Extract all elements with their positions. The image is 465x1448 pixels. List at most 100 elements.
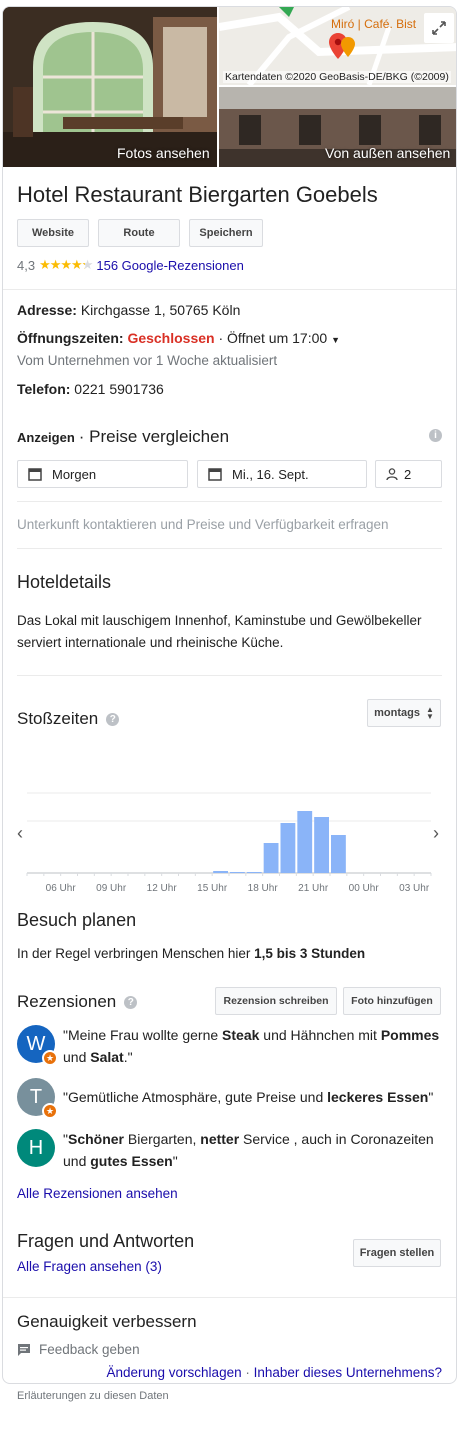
- hoteldetails-title: Hoteldetails: [17, 572, 112, 592]
- write-review-button[interactable]: Rezension schreiben: [215, 987, 337, 1015]
- popular-times-title: Stoßzeiten: [17, 709, 99, 728]
- guests-field[interactable]: 2: [375, 460, 442, 488]
- review-item[interactable]: T ★ "Gemütliche Atmosphäre, gute Preise …: [17, 1078, 442, 1119]
- address-row: Adresse: Kirchgasse 1, 50765 Köln: [17, 302, 442, 318]
- expand-icon: [432, 21, 446, 35]
- photos-tile[interactable]: Fotos ansehen: [3, 7, 217, 167]
- calendar-icon: [208, 468, 222, 481]
- review-item[interactable]: W ★ "Meine Frau wollte gerne Steak und H…: [17, 1025, 442, 1068]
- address-value[interactable]: Kirchgasse 1, 50765 Köln: [81, 302, 241, 318]
- owner-link[interactable]: Inhaber dieses Unternehmens?: [254, 1365, 442, 1380]
- rating-row: 4,3 ★★★★★★ 156 Google-Rezensionen: [17, 257, 442, 273]
- chart-x-tick-label: 15 Uhr: [197, 883, 228, 894]
- local-guide-star-icon: ★: [42, 1103, 58, 1119]
- chart-bar: [331, 835, 346, 873]
- divider: [17, 675, 442, 676]
- exterior-tile[interactable]: Von außen ansehen: [219, 87, 456, 167]
- hours-next: · Öffnet um 17:00: [218, 330, 328, 346]
- divider: [3, 289, 456, 290]
- visit-duration: 1,5 bis 3 Stunden: [254, 946, 366, 961]
- checkin-value: Morgen: [52, 466, 97, 482]
- rating-stars-icon: ★★★★★★: [39, 257, 93, 272]
- photos-label[interactable]: Fotos ansehen: [117, 145, 210, 161]
- chart-next-icon[interactable]: ›: [433, 823, 439, 843]
- route-button[interactable]: Route: [98, 219, 180, 247]
- day-select[interactable]: montags ▲ ▼: [367, 699, 441, 727]
- avatar-initial: T: [29, 1085, 43, 1108]
- checkin-field[interactable]: Morgen: [17, 460, 188, 488]
- accuracy-title: Genauigkeit verbessern: [17, 1312, 197, 1331]
- exterior-label[interactable]: Von außen ansehen: [325, 145, 450, 161]
- chart-x-tick-label: 03 Uhr: [399, 883, 430, 894]
- map-place-label: Miró | Café. Bist: [331, 17, 417, 31]
- contact-note: Unterkunft kontaktieren und Preise und V…: [17, 517, 389, 532]
- avatar-initial: W: [26, 1032, 46, 1055]
- prices-title: · Preise vergleichen: [78, 427, 230, 446]
- chart-x-tick-label: 12 Uhr: [147, 883, 178, 894]
- review-text: "Meine Frau wollte gerne Steak und Hähnc…: [63, 1027, 440, 1065]
- feedback-label[interactable]: Feedback geben: [39, 1342, 140, 1357]
- local-guide-star-icon: ★: [42, 1050, 58, 1066]
- avatar: T ★: [17, 1078, 58, 1119]
- hours-status: Geschlossen: [127, 330, 215, 346]
- divider: [17, 548, 442, 549]
- review-text: "Gemütliche Atmosphäre, gute Preise und …: [63, 1089, 434, 1105]
- popular-times-chart: ‹ › 06 Uhr 09 Uhr 12 Uhr 15 Uhr 18 Uhr 21 Uhr…: [13, 743, 443, 903]
- review-text: "Schöner Biergarten, netter Service , au…: [63, 1131, 434, 1169]
- info-icon[interactable]: i: [429, 429, 442, 442]
- chart-x-tick-label: 21 Uhr: [298, 883, 329, 894]
- chart-x-tick-label: 18 Uhr: [248, 883, 279, 894]
- phone-row: Telefon: 0221 5901736: [17, 381, 442, 397]
- phone-value[interactable]: 0221 5901736: [74, 381, 164, 397]
- checkout-value: Mi., 16. Sept.: [232, 466, 309, 482]
- avatar: W ★: [17, 1025, 58, 1066]
- help-icon[interactable]: ?: [106, 712, 120, 726]
- address-label: Adresse:: [17, 302, 77, 318]
- action-buttons: Website Route Speichern: [17, 219, 442, 247]
- chart-bar: [213, 871, 228, 873]
- data-explanation-note[interactable]: Erläuterungen zu diesen Daten: [17, 1390, 169, 1402]
- chart-prev-icon[interactable]: ‹: [17, 823, 23, 843]
- hours-dropdown-icon[interactable]: ▼: [331, 335, 340, 345]
- checkout-field[interactable]: Mi., 16. Sept.: [197, 460, 367, 488]
- chart-bar: [246, 872, 262, 873]
- review-item[interactable]: H "Schöner Biergarten, netter Service , …: [17, 1129, 442, 1172]
- hours-row[interactable]: Öffnungszeiten: Geschlossen · Öffnet um …: [17, 330, 442, 346]
- chart-bar: [314, 817, 329, 873]
- hours-label: Öffnungszeiten:: [17, 330, 124, 346]
- visit-text-prefix: In der Regel verbringen Menschen hier: [17, 946, 255, 961]
- hoteldetails-description: Das Lokal mit lauschigem Innenhof, Kamin…: [17, 613, 422, 650]
- map-tile[interactable]: Miró | Café. Bist Kartendaten ©2020 GeoB…: [219, 7, 456, 85]
- all-reviews-link[interactable]: Alle Rezensionen ansehen: [17, 1186, 442, 1201]
- knowledge-panel: Fotos ansehen Miró | Café. Bist Kartenda…: [2, 6, 457, 1384]
- feedback-icon: [18, 1343, 30, 1356]
- save-button[interactable]: Speichern: [189, 219, 263, 247]
- reviews-link[interactable]: 156 Google-Rezensionen: [96, 258, 243, 273]
- updated-note: Vom Unternehmen vor 1 Woche aktualisiert: [17, 353, 278, 368]
- feedback-row[interactable]: Feedback geben: [17, 1342, 442, 1357]
- help-icon[interactable]: ?: [124, 995, 138, 1009]
- chart-x-tick-label: 06 Uhr: [46, 883, 77, 894]
- day-select-value: montags: [374, 707, 420, 719]
- avatar-initial: H: [28, 1136, 44, 1159]
- ads-label: Anzeigen: [17, 430, 75, 445]
- chart-svg: ‹ › 06 Uhr 09 Uhr 12 Uhr 15 Uhr 18 Uhr 21 Uhr…: [17, 792, 439, 894]
- chart-bar: [230, 872, 245, 873]
- interior-photo: [3, 7, 217, 167]
- chart-x-tick-label: 00 Uhr: [349, 883, 380, 894]
- chart-bar: [263, 843, 279, 873]
- expand-map-button[interactable]: [424, 13, 454, 43]
- suggest-edit-link[interactable]: Änderung vorschlagen: [107, 1365, 242, 1380]
- rating-value: 4,3: [17, 257, 36, 273]
- phone-label: Telefon:: [17, 381, 71, 397]
- website-button[interactable]: Website: [17, 219, 89, 247]
- prices-header: Anzeigen · Preise vergleichen: [17, 427, 442, 447]
- hero-images: Fotos ansehen Miró | Café. Bist Kartenda…: [3, 7, 456, 167]
- avatar: H: [17, 1129, 55, 1167]
- map-cafe-pin-icon: [341, 37, 355, 57]
- add-photo-button[interactable]: Foto hinzufügen: [343, 987, 441, 1015]
- business-name: Hotel Restaurant Biergarten Goebels: [17, 182, 378, 207]
- ask-question-button[interactable]: Fragen stellen: [353, 1239, 441, 1267]
- visit-title: Besuch planen: [17, 910, 137, 930]
- chart-bar: [297, 811, 313, 873]
